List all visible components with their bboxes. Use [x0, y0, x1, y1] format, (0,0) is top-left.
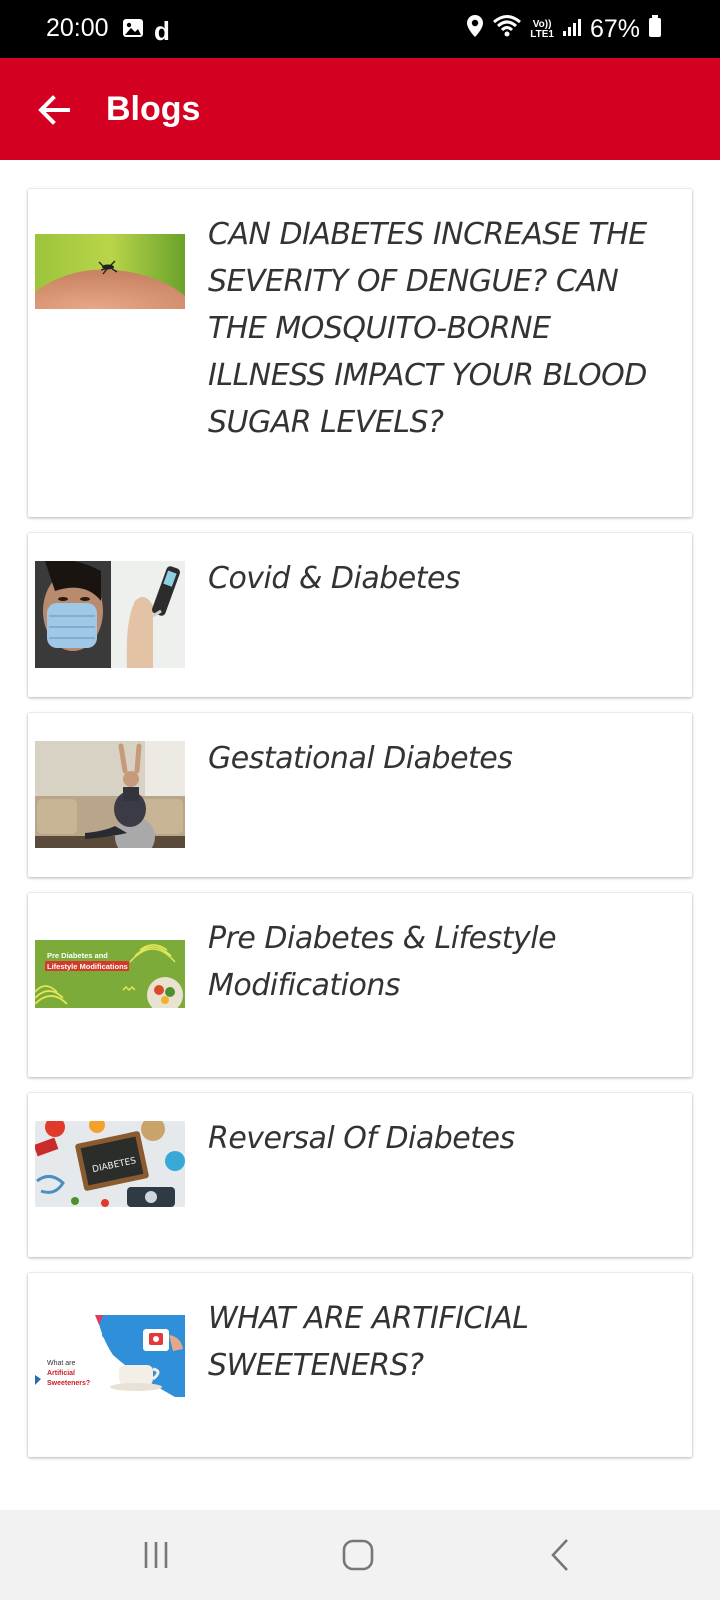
blog-thumbnail: DIABETES [35, 1121, 185, 1207]
signal-icon [562, 15, 582, 44]
blog-thumbnail [35, 234, 185, 309]
thumb-text: What are [47, 1360, 76, 1367]
blog-card[interactable]: CAN DIABETES INCREASE THE SEVERITY OF DE… [28, 189, 692, 517]
thumb-text: Sweeteners? [47, 1380, 90, 1387]
arrow-left-icon [38, 95, 70, 125]
app-bar: Blogs [0, 58, 720, 160]
blog-card[interactable]: Gestational Diabetes [28, 713, 692, 877]
recent-apps-button[interactable] [126, 1532, 186, 1578]
thumb-text: Artificial [47, 1370, 75, 1377]
notification-icons: d [122, 17, 170, 44]
system-nav-bar [0, 1510, 720, 1600]
blog-title: Covid & Diabetes [208, 561, 461, 596]
wifi-icon [492, 14, 522, 45]
lte-indicator: Vo)) LTE1 [530, 18, 554, 40]
home-button[interactable] [328, 1532, 388, 1578]
blog-card[interactable]: DIABETES Reversal Of Diabetes [28, 1093, 692, 1257]
carrier-letter: d [154, 15, 170, 46]
blog-title: CAN DIABETES INCREASE THE SEVERITY OF DE… [208, 217, 647, 440]
blog-card[interactable]: Pre Diabetes and Lifestyle Modifications… [28, 893, 692, 1077]
thumb-text: Pre Diabetes and [47, 951, 108, 960]
blog-thumbnail [35, 561, 185, 668]
back-button[interactable] [32, 88, 76, 132]
blog-thumbnail: Pre Diabetes and Lifestyle Modifications [35, 940, 185, 1008]
battery-percent: 67% [589, 15, 640, 43]
blog-thumbnail [35, 741, 185, 848]
recent-apps-icon [144, 1542, 168, 1568]
blog-thumbnail: What are Artificial Sweeteners? [35, 1315, 185, 1397]
blog-title: WHAT ARE ARTIFICIAL SWEETENERS? [208, 1301, 529, 1383]
page-title: Blogs [106, 90, 201, 128]
blog-card[interactable]: Covid & Diabetes [28, 533, 692, 697]
blog-title: Reversal Of Diabetes [208, 1121, 515, 1156]
thumb-text: Lifestyle Modifications [47, 962, 128, 971]
location-icon [466, 14, 484, 45]
system-back-button[interactable] [530, 1532, 590, 1578]
battery-icon [648, 14, 662, 45]
blog-title: Pre Diabetes & Lifestyle Modifications [208, 921, 557, 1003]
status-right: Vo)) LTE1 67% [466, 14, 662, 45]
home-icon [342, 1539, 374, 1571]
status-time: 20:00 [46, 14, 109, 42]
chevron-left-icon [551, 1539, 568, 1571]
gallery-icon [122, 17, 144, 44]
status-bar: 20:00 d Vo)) LTE1 67% [0, 0, 720, 58]
blog-title: Gestational Diabetes [208, 741, 513, 776]
blog-card[interactable]: What are Artificial Sweeteners? WHAT ARE… [28, 1273, 692, 1457]
